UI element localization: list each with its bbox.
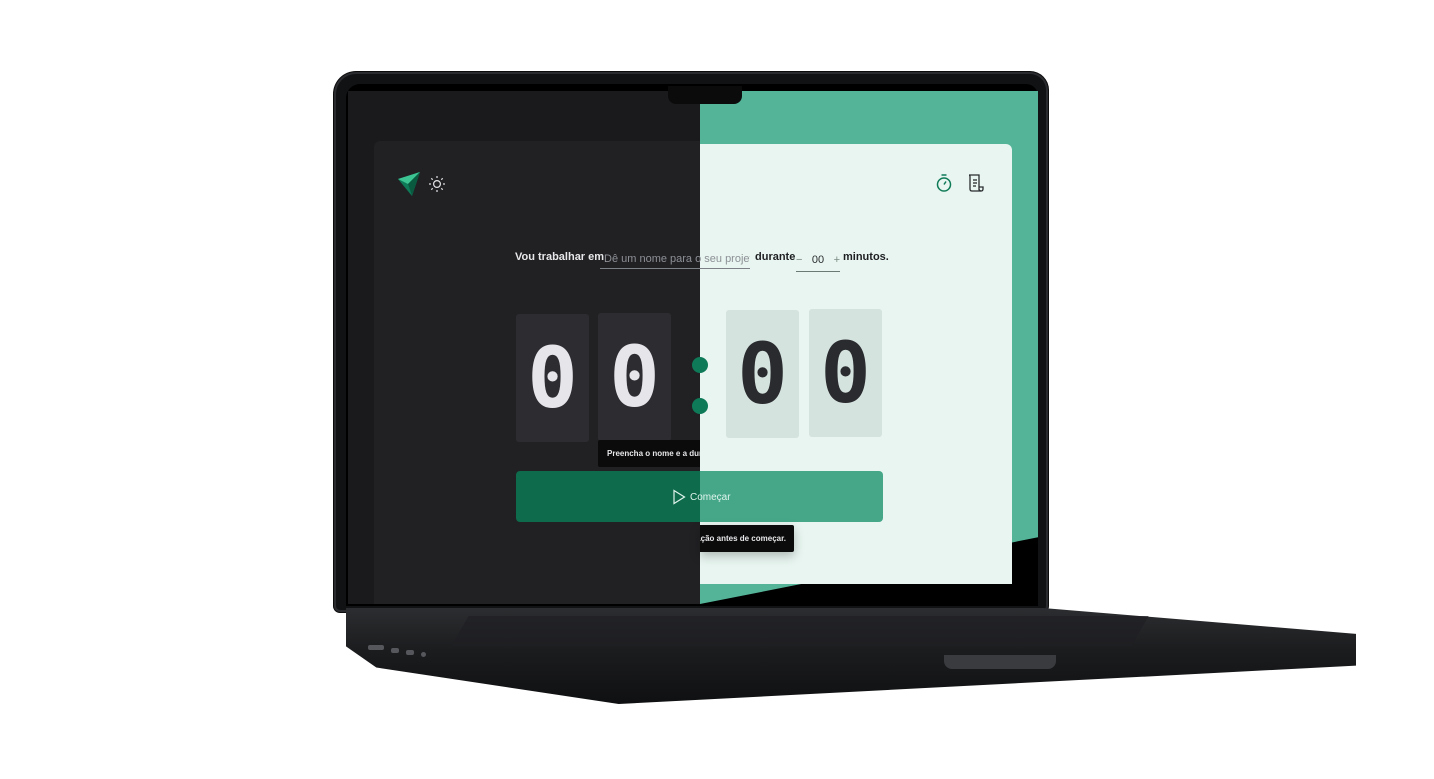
tooltip-left-part: Preencha o nome e a dura (598, 440, 700, 467)
tooltip-right-part: ação antes de começar. (700, 525, 794, 552)
port-headphone (421, 652, 426, 657)
countdown-second-tens: 0 (726, 310, 799, 438)
project-name-input[interactable] (600, 249, 750, 269)
durante-label: durante (755, 251, 796, 263)
minus-button[interactable]: − (796, 254, 802, 266)
countdown-separator-dot (692, 398, 708, 414)
sun-icon[interactable] (428, 175, 446, 193)
start-button-label: Começar (690, 491, 731, 503)
countdown-minute-units: 0 (598, 313, 671, 441)
countdown-minute-tens: 0 (516, 314, 589, 442)
plus-button[interactable]: + (834, 254, 840, 266)
keyboard-area (451, 616, 1149, 646)
port-usbc (406, 650, 414, 655)
port-hdmi (391, 648, 399, 653)
camera-notch (668, 86, 742, 104)
start-button[interactable]: Começar (516, 471, 883, 522)
minutes-value[interactable]: 00 (812, 254, 824, 266)
form-prefix-label: Vou trabalhar em (515, 251, 605, 263)
start-button-content: Começar (672, 489, 731, 505)
port-sd (368, 645, 384, 650)
minutes-stepper: − 00 + (796, 249, 840, 272)
play-icon (673, 489, 686, 505)
stopwatch-icon[interactable] (935, 173, 953, 193)
trackpad-notch (944, 655, 1056, 669)
countdown-separator-dot (692, 357, 708, 373)
app-content: Vou trabalhar em durante − 00 + minutos.… (348, 91, 1038, 604)
minutes-suffix-label: minutos. (843, 251, 889, 263)
scroll-icon[interactable] (966, 173, 984, 193)
logo-triangle-icon[interactable] (396, 171, 422, 197)
countdown-second-units: 0 (809, 309, 882, 437)
